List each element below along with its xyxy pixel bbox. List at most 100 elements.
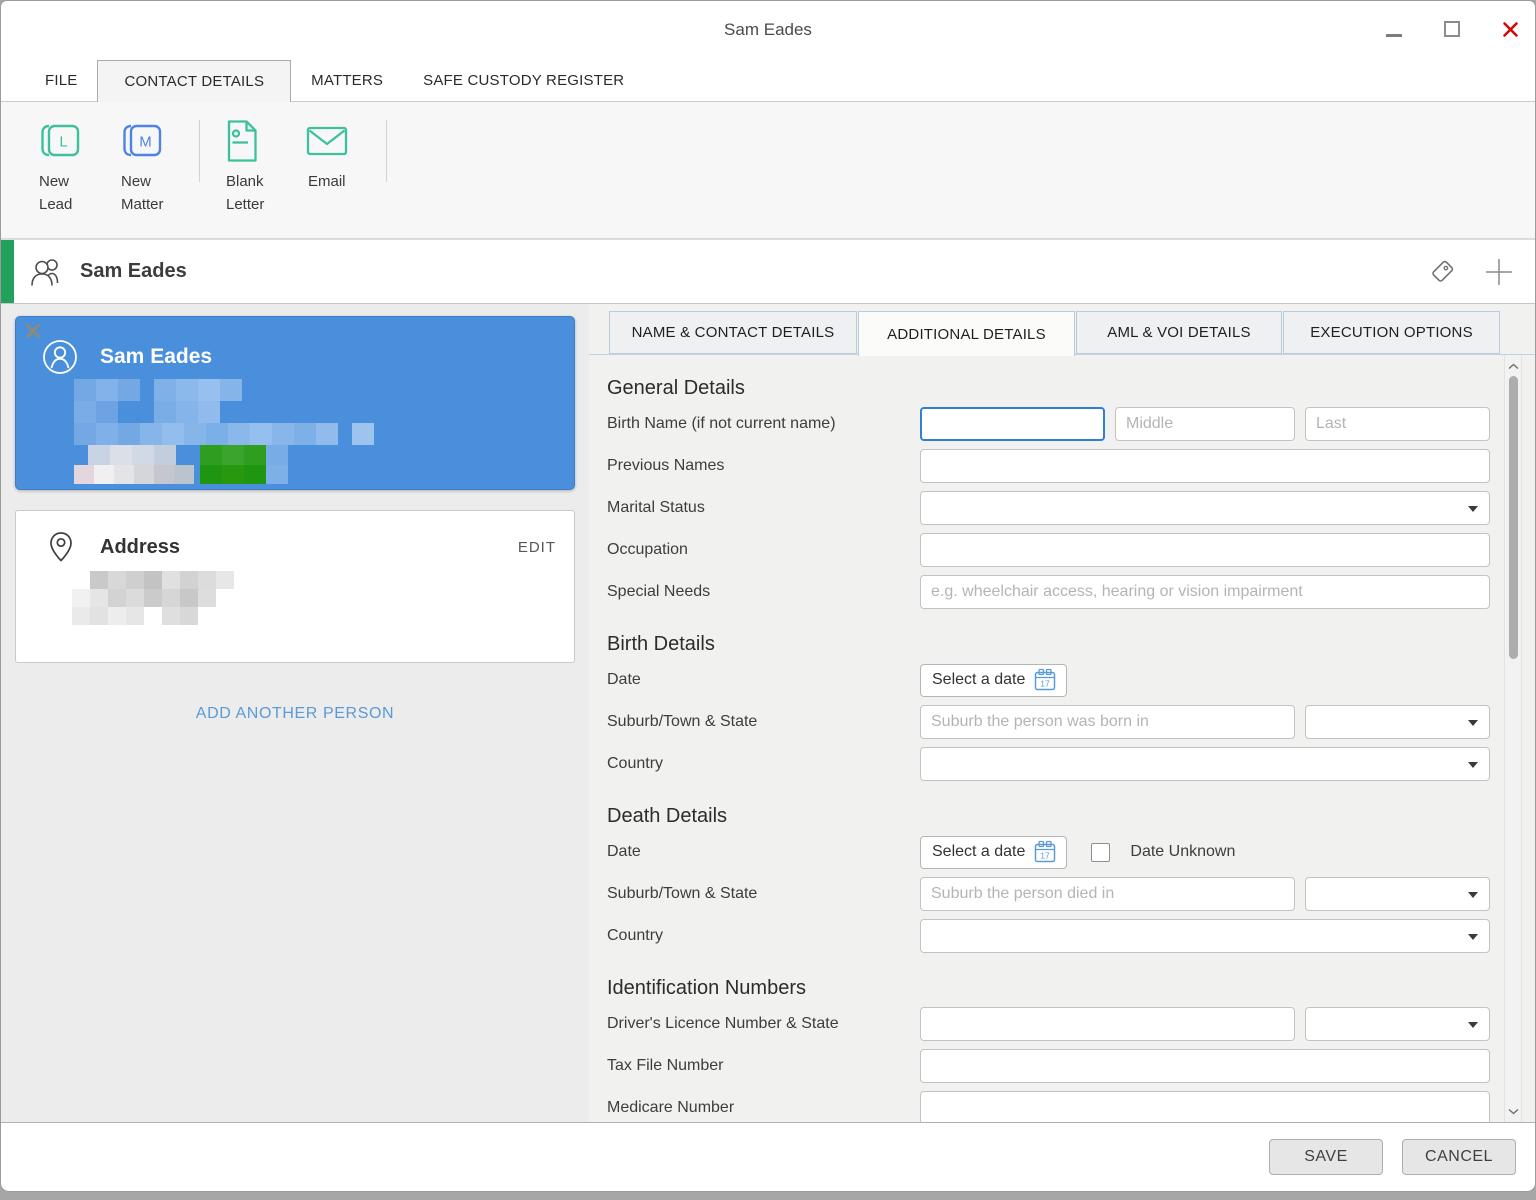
death-country-label: Country [607, 927, 664, 944]
new-lead-button[interactable]: L New Lead [27, 118, 103, 216]
new-matter-button[interactable]: M New Matter [109, 118, 185, 216]
date-unknown-label: Date Unknown [1130, 843, 1236, 860]
edit-address-link[interactable]: EDIT [518, 539, 556, 556]
add-contact-plus-icon[interactable] [1483, 256, 1515, 288]
menu-tab-file[interactable]: FILE [25, 60, 97, 101]
tax-file-number-input[interactable] [920, 1049, 1490, 1083]
address-card-title: Address [100, 535, 181, 558]
additional-details-form: General Details Birth Name (if not curre… [589, 355, 1535, 1122]
previous-names-input[interactable] [920, 449, 1490, 483]
blank-letter-button[interactable]: Blank Letter [214, 118, 290, 216]
ribbon-separator [199, 120, 200, 182]
contact-header-actions [1427, 256, 1535, 288]
email-label-1: Email [308, 173, 346, 190]
window-title: Sam Eades [724, 20, 812, 39]
ribbon-separator [386, 120, 387, 182]
birth-suburb-input[interactable] [920, 705, 1295, 739]
occupation-label: Occupation [607, 541, 688, 558]
email-button[interactable]: Email [296, 118, 372, 194]
person-avatar-icon [43, 340, 77, 374]
calendar-icon: 17 [1035, 668, 1056, 691]
new-lead-icon: L [37, 118, 83, 164]
minimize-icon[interactable] [1386, 33, 1402, 37]
birth-date-picker-button[interactable]: Select a date 17 [920, 663, 1068, 697]
person-card[interactable]: Sam Eades [15, 316, 575, 490]
birth-middle-name-input[interactable] [1115, 407, 1295, 441]
death-date-picker-button[interactable]: Select a date 17 [920, 835, 1068, 869]
new-matter-label-1: New [121, 173, 152, 190]
scroll-down-icon[interactable] [1505, 1103, 1521, 1119]
location-pin-icon [50, 532, 72, 562]
general-details-heading: General Details [607, 377, 745, 399]
app-window: Sam Eades FILE CONTACT DETAILS MATTERS S… [0, 0, 1536, 1192]
scroll-up-icon[interactable] [1505, 358, 1521, 374]
chevron-down-icon [1468, 506, 1478, 512]
window-controls [1386, 1, 1519, 57]
birth-suburb-label: Suburb/Town & State [607, 713, 758, 730]
chevron-down-icon [1468, 1022, 1478, 1028]
special-needs-input[interactable] [920, 575, 1490, 609]
contact-type-color-bar [1, 240, 14, 303]
chevron-down-icon [1468, 934, 1478, 940]
person-card-name: Sam Eades [100, 345, 213, 368]
drivers-licence-input[interactable] [920, 1007, 1295, 1041]
death-details-heading: Death Details [607, 805, 728, 827]
birth-details-heading: Birth Details [607, 633, 715, 655]
birth-country-label: Country [607, 755, 664, 772]
medicare-number-input[interactable] [920, 1091, 1490, 1122]
contact-header: Sam Eades [1, 239, 1535, 304]
form-scrollbar[interactable] [1504, 355, 1522, 1122]
detail-tabs: NAME & CONTACT DETAILS ADDITIONAL DETAIL… [609, 311, 1500, 356]
tab-additional-details[interactable]: ADDITIONAL DETAILS [858, 311, 1075, 356]
tab-execution-options[interactable]: EXECUTION OPTIONS [1283, 311, 1500, 354]
blank-letter-label-2: Letter [226, 195, 265, 213]
tab-aml-voi-details[interactable]: AML & VOI DETAILS [1076, 311, 1282, 354]
maximize-icon[interactable] [1444, 21, 1460, 37]
scrollbar-thumb[interactable] [1509, 376, 1518, 659]
marital-status-select[interactable] [920, 491, 1490, 525]
chevron-down-icon [1468, 892, 1478, 898]
birth-first-name-input[interactable] [920, 407, 1105, 441]
licence-state-select[interactable] [1305, 1007, 1490, 1041]
svg-text:L: L [59, 134, 67, 151]
address-card: Address EDIT [15, 510, 575, 663]
add-another-person-link[interactable]: ADD ANOTHER PERSON [196, 705, 394, 722]
main-content: Sam Eades Address EDIT ADD ANOTHER PERSO… [1, 304, 1535, 1122]
date-unknown-checkbox[interactable] [1091, 842, 1111, 862]
tab-name-contact-details[interactable]: NAME & CONTACT DETAILS [609, 311, 857, 354]
medicare-number-label: Medicare Number [607, 1099, 735, 1116]
death-state-select[interactable] [1305, 877, 1490, 911]
new-lead-label-2: Lead [39, 195, 73, 213]
occupation-input[interactable] [920, 533, 1490, 567]
new-matter-icon: M [119, 118, 165, 164]
blank-letter-label-1: Blank [226, 173, 264, 190]
previous-names-label: Previous Names [607, 457, 725, 474]
menu-tab-matters[interactable]: MATTERS [291, 60, 403, 101]
death-country-select[interactable] [920, 919, 1490, 953]
cancel-button[interactable]: CANCEL [1402, 1139, 1516, 1175]
people-sidebar: Sam Eades Address EDIT ADD ANOTHER PERSO… [1, 304, 589, 1122]
footer-bar: SAVE CANCEL [1, 1122, 1535, 1191]
menu-tab-contact-details[interactable]: CONTACT DETAILS [97, 60, 292, 102]
death-suburb-label: Suburb/Town & State [607, 885, 758, 902]
email-icon [306, 118, 348, 164]
marital-status-label: Marital Status [607, 499, 705, 516]
ribbon: L New Lead M New Matter Blank Letter Ema… [1, 102, 1535, 239]
birth-last-name-input[interactable] [1305, 407, 1490, 441]
birth-name-label: Birth Name (if not current name) [607, 415, 836, 432]
blank-letter-icon [224, 118, 260, 164]
menu-tab-safe-custody-register[interactable]: SAFE CUSTODY REGISTER [403, 60, 644, 101]
svg-text:M: M [139, 134, 152, 151]
birth-state-select[interactable] [1305, 705, 1490, 739]
tag-icon[interactable] [1427, 257, 1457, 287]
new-lead-label-1: New [39, 173, 70, 190]
tax-file-number-label: Tax File Number [607, 1057, 724, 1074]
people-icon [31, 258, 59, 286]
calendar-icon: 17 [1035, 840, 1056, 863]
chevron-down-icon [1468, 720, 1478, 726]
birth-country-select[interactable] [920, 747, 1490, 781]
death-suburb-input[interactable] [920, 877, 1295, 911]
close-icon[interactable] [1502, 21, 1519, 38]
save-button[interactable]: SAVE [1269, 1139, 1383, 1175]
menu-bar: FILE CONTACT DETAILS MATTERS SAFE CUSTOD… [1, 57, 1535, 102]
